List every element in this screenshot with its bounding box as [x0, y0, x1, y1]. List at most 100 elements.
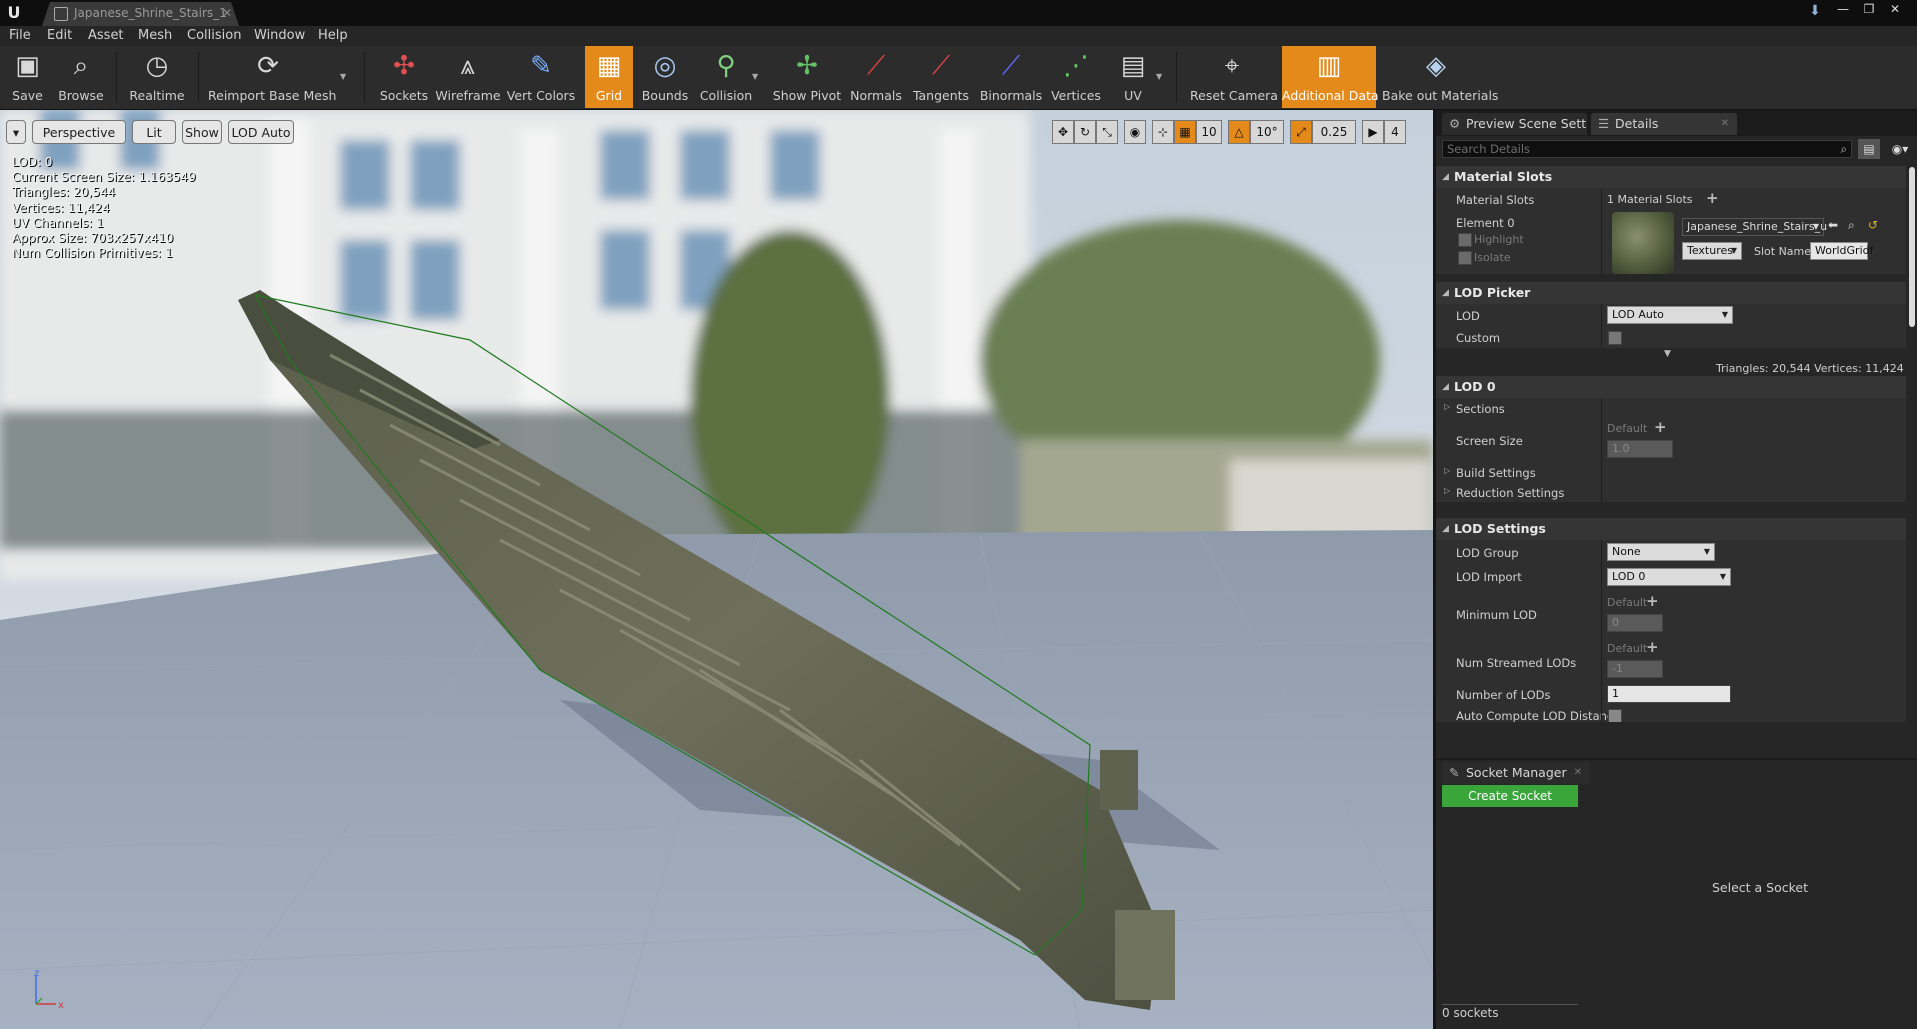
property-matrix-icon[interactable]: ▤ — [1858, 139, 1880, 159]
material-combo[interactable]: Japanese_Shrine_Stairs_u ▼ — [1682, 218, 1827, 236]
close-socket-tab-icon[interactable]: ✕ — [1574, 762, 1582, 784]
viewport-options-button[interactable]: ▾ — [6, 120, 26, 144]
use-selected-asset-icon[interactable]: ⬅ — [1828, 218, 1838, 232]
reimport-base-mesh-button[interactable]: ⟳ Reimport Base Mesh — [208, 46, 336, 108]
collision-dropdown-icon[interactable]: ▼ — [752, 72, 758, 81]
add-minimum-lod-icon[interactable]: + — [1646, 592, 1659, 610]
uv-button[interactable]: ▤ UV — [1108, 46, 1158, 108]
section-lod-0[interactable]: ◢ LOD 0 — [1436, 376, 1906, 398]
browse-button[interactable]: ⌕ Browse — [54, 46, 108, 108]
details-icon: ☰ — [1598, 116, 1610, 131]
show-pivot-button[interactable]: ✢ Show Pivot — [772, 46, 842, 108]
uv-dropdown-icon[interactable]: ▼ — [1156, 72, 1162, 81]
material-thumbnail[interactable] — [1612, 212, 1674, 274]
camera-speed-icon[interactable]: ▶ — [1362, 120, 1384, 144]
minimize-button[interactable]: — — [1832, 2, 1854, 18]
search-details-input[interactable]: Search Details ⌕ — [1442, 140, 1852, 158]
world-local-icon[interactable]: ◉ — [1124, 120, 1146, 144]
viewport[interactable]: ▾ Perspective Lit Show LOD Auto ✥ ↻ ⤡ ◉ … — [0, 110, 1433, 1029]
add-screen-size-icon[interactable]: + — [1654, 418, 1667, 436]
menu-asset[interactable]: Asset — [88, 28, 124, 43]
surface-snap-icon[interactable]: ⊹ — [1152, 120, 1174, 144]
scale-snap-value[interactable]: 0.25 — [1312, 120, 1356, 144]
normals-button[interactable]: ⟋ Normals — [846, 46, 906, 108]
grid-snap-value[interactable]: 10 — [1196, 120, 1222, 144]
perspective-button[interactable]: Perspective — [32, 120, 126, 144]
sockets-button[interactable]: ✣ Sockets — [374, 46, 434, 108]
binormals-button[interactable]: ⟋ Binormals — [978, 46, 1044, 108]
menu-window[interactable]: Window — [254, 28, 305, 43]
grid-snap-icon[interactable]: ▦ — [1174, 120, 1196, 144]
camera-speed-value[interactable]: 4 — [1384, 120, 1406, 144]
reset-camera-button[interactable]: ⌖ Reset Camera — [1190, 46, 1278, 108]
stat-uv-channels: UV Channels: 1 — [12, 215, 104, 230]
number-of-lods-input[interactable]: 1 — [1607, 685, 1731, 703]
close-window-button[interactable]: ✕ — [1884, 2, 1906, 18]
auto-compute-lod-checkbox[interactable] — [1608, 709, 1622, 722]
screen-size-input[interactable]: 1.0 — [1607, 440, 1673, 458]
reset-material-icon[interactable]: ↺ — [1868, 218, 1878, 232]
textures-dropdown[interactable]: Textures ▼ — [1682, 242, 1742, 260]
menu-collision[interactable]: Collision — [187, 28, 241, 43]
maximize-button[interactable]: ❐ — [1858, 2, 1880, 18]
menu-edit[interactable]: Edit — [47, 28, 72, 43]
expand-sections-icon[interactable]: ▷ — [1444, 402, 1450, 411]
menu-file[interactable]: File — [9, 28, 31, 43]
expand-reduction-settings-icon[interactable]: ▷ — [1444, 486, 1450, 495]
custom-checkbox[interactable] — [1608, 331, 1622, 345]
lit-button[interactable]: Lit — [132, 120, 176, 144]
isolate-checkbox[interactable] — [1458, 251, 1472, 265]
section-lod-picker[interactable]: ◢ LOD Picker — [1436, 282, 1906, 304]
wireframe-icon: ⩓ — [460, 51, 476, 81]
details-scrollbar[interactable] — [1909, 167, 1915, 327]
translate-icon[interactable]: ✥ — [1052, 120, 1074, 144]
realtime-button[interactable]: ◷ Realtime — [124, 46, 190, 108]
collision-button[interactable]: ⚲ Collision — [696, 46, 756, 108]
section-material-slots[interactable]: ◢ Material Slots — [1436, 166, 1906, 188]
close-details-tab-icon[interactable]: ✕ — [1721, 113, 1729, 135]
browse-asset-icon[interactable]: ⌕ — [1848, 218, 1855, 233]
lod-select[interactable]: LOD Auto ▼ — [1607, 306, 1733, 324]
lod-group-select[interactable]: None ▼ — [1607, 543, 1715, 561]
expand-build-settings-icon[interactable]: ▷ — [1444, 466, 1450, 475]
slot-name-input[interactable]: WorldGridf — [1810, 242, 1873, 260]
add-num-streamed-lods-icon[interactable]: + — [1646, 638, 1659, 656]
reduction-settings-row[interactable]: ▷ Reduction Settings — [1436, 482, 1906, 502]
lod-auto-button[interactable]: LOD Auto — [228, 120, 294, 144]
bounds-button[interactable]: ◎ Bounds — [637, 46, 693, 108]
minimum-lod-input[interactable]: 0 — [1607, 614, 1663, 632]
expand-advanced-icon[interactable]: ▼ — [1664, 349, 1671, 359]
highlight-checkbox[interactable] — [1458, 233, 1472, 247]
scale-icon[interactable]: ⤡ — [1096, 120, 1118, 144]
grid-button[interactable]: ▦ Grid — [585, 46, 633, 108]
reimport-dropdown-icon[interactable]: ▼ — [340, 72, 346, 81]
rotate-icon[interactable]: ↻ — [1074, 120, 1096, 144]
tab-details[interactable]: ☰ Details ✕ — [1591, 113, 1737, 135]
view-options-icon[interactable]: ◉▾ — [1886, 139, 1914, 159]
tab-preview-scene-settings[interactable]: ⚙ Preview Scene Sett — [1442, 113, 1587, 135]
wireframe-button[interactable]: ⩓ Wireframe — [434, 46, 502, 108]
rotation-snap-value[interactable]: 10° — [1250, 120, 1284, 144]
rotation-snap-icon[interactable]: △ — [1228, 120, 1250, 144]
document-tab[interactable]: Japanese_Shrine_Stairs_1 — [42, 2, 239, 26]
vert-colors-button[interactable]: ✎ Vert Colors — [502, 46, 580, 108]
num-streamed-lods-input[interactable]: -1 — [1607, 660, 1663, 678]
menu-mesh[interactable]: Mesh — [138, 28, 172, 43]
create-socket-button[interactable]: Create Socket — [1442, 785, 1578, 807]
sections-row[interactable]: ▷ Sections — [1436, 398, 1906, 418]
close-tab-icon[interactable]: ✕ — [222, 6, 232, 20]
lod-import-select[interactable]: LOD 0 ▼ — [1607, 568, 1731, 586]
scale-snap-icon[interactable]: ⤢ — [1290, 120, 1312, 144]
add-material-slot-icon[interactable]: + — [1706, 189, 1719, 207]
save-button[interactable]: ▣ Save — [6, 46, 49, 108]
section-lod-settings[interactable]: ◢ LOD Settings — [1436, 518, 1906, 540]
additional-data-button[interactable]: ▥ Additional Data — [1282, 46, 1379, 108]
show-button[interactable]: Show — [182, 120, 222, 144]
notification-icon[interactable]: ⬇ — [1802, 3, 1828, 23]
build-settings-row[interactable]: ▷ Build Settings — [1436, 462, 1906, 482]
tangents-button[interactable]: ⟋ Tangents — [910, 46, 972, 108]
vertices-button[interactable]: ⋰ Vertices — [1048, 46, 1104, 108]
menu-help[interactable]: Help — [318, 28, 348, 43]
tab-socket-manager[interactable]: ✎ Socket Manager ✕ — [1442, 762, 1590, 784]
bake-out-materials-button[interactable]: ◈ Bake out Materials — [1382, 46, 1498, 108]
